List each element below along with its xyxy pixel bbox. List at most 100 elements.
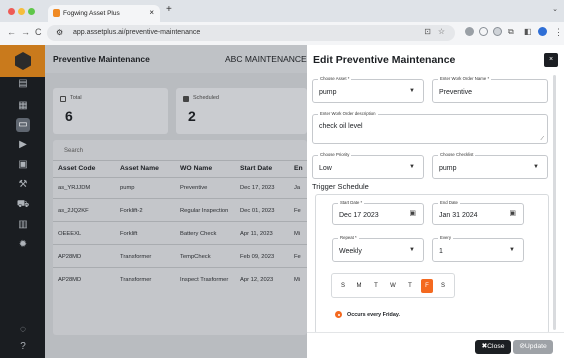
maximize-window-button[interactable] <box>28 8 35 15</box>
play-icon[interactable]: ▶ <box>16 138 30 152</box>
page-title: Preventive Maintenance <box>53 54 150 64</box>
column-header[interactable]: WO Name <box>180 165 212 172</box>
main-header: Preventive Maintenance ABC MAINTENANCE <box>45 45 307 73</box>
table-cell: Fe <box>294 208 301 214</box>
end-date-label: End Date <box>438 200 460 205</box>
divider <box>53 244 307 245</box>
column-header[interactable]: Asset Name <box>120 165 159 172</box>
table-cell: Battery Check <box>180 231 217 237</box>
help-chat-icon[interactable]: ◌ <box>16 323 30 337</box>
divider <box>53 160 307 161</box>
help-icon[interactable]: ? <box>16 340 30 354</box>
resize-handle-icon[interactable]: ⟋ <box>540 136 544 142</box>
extensions-puzzle-icon[interactable]: ⧉ <box>508 27 514 37</box>
table-cell: pump <box>120 185 135 191</box>
close-panel-button[interactable]: × <box>544 53 558 67</box>
start-date-field[interactable]: Start Date * Dec 17 2023 ▣ <box>332 200 424 225</box>
day-tuesday[interactable]: T <box>370 279 382 293</box>
profile-avatar-icon[interactable] <box>538 27 547 36</box>
maintenance-icon[interactable]: ▭ <box>16 118 30 132</box>
every-select[interactable]: Every 1 ▼ <box>432 235 524 262</box>
panel-title: Edit Preventive Maintenance <box>313 54 456 66</box>
table-cell: Transformer <box>120 254 152 260</box>
divider <box>53 198 307 199</box>
scheduled-label: Scheduled <box>193 95 219 101</box>
url-text: app.assetplus.ai/preventive-maintenance <box>73 29 201 36</box>
table-cell: Dec 17, 2023 <box>240 185 275 191</box>
asset-value: pump <box>319 89 337 96</box>
update-button[interactable]: ⊘Update <box>513 340 553 354</box>
work-order-name-field[interactable]: Enter Work Order Name * Preventive <box>432 76 548 103</box>
chevron-down-icon: ▼ <box>409 88 415 94</box>
column-header[interactable]: Asset Code <box>58 165 95 172</box>
weekday-picker: S M T W T F S <box>331 273 455 298</box>
wrench-icon[interactable]: ⚒ <box>16 178 30 192</box>
asset-select[interactable]: Choose Asset * pump ▼ <box>312 76 424 103</box>
table-cell: AP28MD <box>58 254 82 260</box>
site-settings-icon[interactable]: ⚙ <box>56 28 63 37</box>
bookmark-star-icon[interactable]: ☆ <box>438 27 445 36</box>
reload-button[interactable]: C <box>35 27 42 37</box>
close-button[interactable]: ✖Close <box>475 340 511 354</box>
install-app-icon[interactable]: ⊡ <box>424 27 431 36</box>
occurs-radio[interactable] <box>335 311 342 318</box>
search-input[interactable]: Search <box>59 144 299 158</box>
work-order-name-value: Preventive <box>439 89 473 96</box>
repeat-select[interactable]: Repeat * Weekly ▼ <box>332 235 424 262</box>
logo-hexagon-icon <box>15 52 31 70</box>
browser-tab[interactable]: Fogwing Asset Plus × <box>48 5 160 22</box>
bar-chart-icon[interactable]: ▥ <box>16 218 30 232</box>
extension-icon[interactable] <box>465 27 474 36</box>
day-monday[interactable]: M <box>353 279 365 293</box>
divider <box>53 221 307 222</box>
divider <box>53 177 307 178</box>
every-value: 1 <box>439 248 443 255</box>
dashboard-icon[interactable]: ▤ <box>16 77 30 91</box>
total-icon <box>60 96 66 102</box>
navigation-bar: ← → C ⚙ app.assetplus.ai/preventive-main… <box>0 22 564 45</box>
assets-icon[interactable]: ▦ <box>16 99 30 113</box>
address-bar[interactable]: ⚙ app.assetplus.ai/preventive-maintenanc… <box>47 25 455 41</box>
chevron-down-icon: ▼ <box>533 164 539 170</box>
table-cell: Transformer <box>120 277 152 283</box>
close-tab-icon[interactable]: × <box>149 8 154 17</box>
tab-search-chevron-icon[interactable]: ⌄ <box>552 5 558 13</box>
day-sunday[interactable]: S <box>337 279 349 293</box>
settings-icon[interactable]: ✹ <box>16 238 30 252</box>
edit-form: Choose Asset * pump ▼ Enter Work Order N… <box>307 75 560 340</box>
side-panel-icon[interactable]: ◧ <box>524 27 532 36</box>
day-friday[interactable]: F <box>421 279 433 293</box>
scheduled-value: 2 <box>188 108 196 124</box>
table-cell: Ja <box>294 185 301 191</box>
extension-icon[interactable] <box>493 27 502 36</box>
description-value: check oil level <box>319 123 363 130</box>
description-field[interactable]: Enter Work Order description check oil l… <box>312 111 548 144</box>
description-label: Enter Work Order description <box>318 111 378 116</box>
table-cell: Feb 09, 2023 <box>240 254 275 260</box>
table-cell: Dec 01, 2023 <box>240 208 275 214</box>
app-logo <box>0 45 45 77</box>
forward-button[interactable]: → <box>21 27 30 37</box>
column-header[interactable]: Start Date <box>240 165 272 172</box>
chat-icon[interactable]: ▣ <box>16 158 30 172</box>
browser-menu-icon[interactable]: ⋮ <box>554 27 563 38</box>
priority-select[interactable]: Choose Priority Low ▼ <box>312 152 424 179</box>
back-button[interactable]: ← <box>7 27 16 37</box>
car-icon[interactable]: ⛟ <box>16 198 30 212</box>
extension-icon[interactable] <box>479 27 488 36</box>
day-saturday[interactable]: S <box>437 279 449 293</box>
table-cell: TempCheck <box>180 254 211 260</box>
panel-scrollbar[interactable] <box>553 75 556 330</box>
minimize-window-button[interactable] <box>18 8 25 15</box>
new-tab-button[interactable]: + <box>166 4 172 15</box>
day-thursday[interactable]: T <box>404 279 416 293</box>
total-label: Total <box>70 95 82 101</box>
close-window-button[interactable] <box>8 8 15 15</box>
end-date-field[interactable]: End Date Jan 31 2024 ▣ <box>432 200 524 225</box>
checklist-label: Choose Checklist <box>438 152 476 157</box>
calendar-icon[interactable]: ▣ <box>509 209 516 217</box>
calendar-icon[interactable]: ▣ <box>409 209 416 217</box>
day-wednesday[interactable]: W <box>387 279 399 293</box>
column-header[interactable]: En <box>294 165 303 172</box>
checklist-select[interactable]: Choose Checklist pump ▼ <box>432 152 548 179</box>
